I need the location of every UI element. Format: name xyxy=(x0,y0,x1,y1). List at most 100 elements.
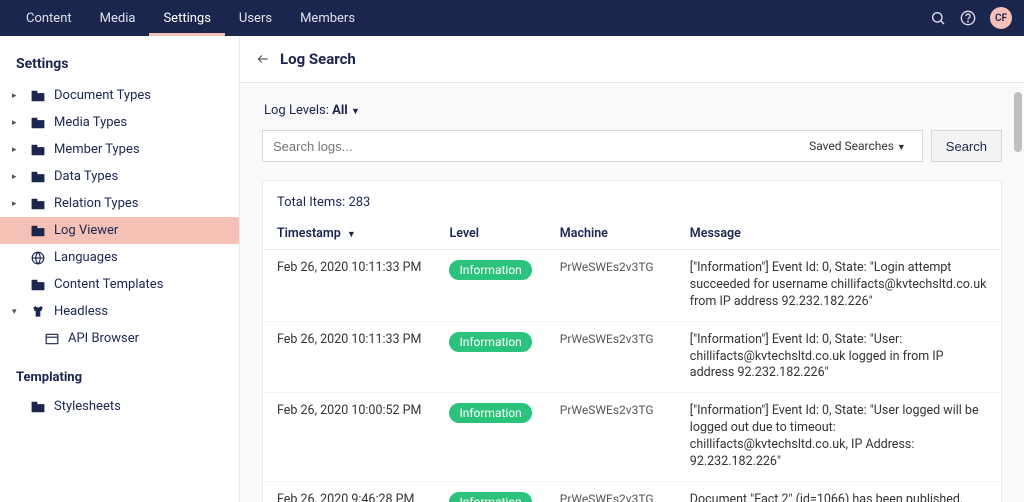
saved-searches-dropdown[interactable]: Saved Searches ▼ xyxy=(803,139,912,153)
folder-icon xyxy=(30,171,46,183)
col-timestamp-label: Timestamp xyxy=(277,226,341,241)
cell-level: Information xyxy=(435,250,545,322)
cell-machine: PrWeSWEs2v3TG xyxy=(546,250,676,322)
cell-message: ["Information"] Event Id: 0, State: "Log… xyxy=(676,250,1001,322)
sidebar-item-relation-types[interactable]: ▸ Relation Types xyxy=(0,190,239,217)
sidebar-item-label: Languages xyxy=(54,250,118,265)
tshirt-icon xyxy=(30,305,46,319)
sidebar-group-templating: Templating xyxy=(0,352,239,393)
cell-timestamp: Feb 26, 2020 9:46:28 PM xyxy=(263,481,435,502)
expand-caret-icon: ▸ xyxy=(12,91,22,101)
cell-message: ["Information"] Event Id: 0, State: "Use… xyxy=(676,321,1001,393)
col-machine[interactable]: Machine xyxy=(546,218,676,250)
total-items: Total Items: 283 xyxy=(263,191,1001,218)
log-table: Timestamp ▼ Level Machine Message Feb 26… xyxy=(263,218,1001,502)
level-badge: Information xyxy=(449,260,531,280)
page-header: Log Search xyxy=(240,36,1024,83)
sidebar-item-document-types[interactable]: ▸ Document Types xyxy=(0,82,239,109)
total-items-label: Total Items: xyxy=(277,195,345,210)
sidebar-item-label: Stylesheets xyxy=(54,399,121,414)
sidebar-item-data-types[interactable]: ▸ Data Types xyxy=(0,163,239,190)
main: Log Search Log Levels: All ▼ Saved Searc… xyxy=(240,36,1024,502)
cell-message: Document "Fact 2" (id=1066) has been pub… xyxy=(676,481,1001,502)
saved-searches-label: Saved Searches xyxy=(809,139,894,153)
search-input[interactable] xyxy=(273,139,803,154)
col-timestamp[interactable]: Timestamp ▼ xyxy=(263,218,435,250)
sidebar-item-label: Headless xyxy=(54,304,108,319)
avatar[interactable]: CF xyxy=(990,7,1012,29)
search-box: Saved Searches ▼ xyxy=(262,130,923,162)
document-icon xyxy=(30,90,46,102)
sort-desc-icon: ▼ xyxy=(347,230,356,240)
sidebar-item-label: Data Types xyxy=(54,169,118,184)
expand-caret-icon: ▸ xyxy=(12,118,22,128)
cell-timestamp: Feb 26, 2020 10:11:33 PM xyxy=(263,250,435,322)
chevron-down-icon: ▼ xyxy=(351,107,360,117)
search-row: Saved Searches ▼ Search xyxy=(262,130,1002,162)
level-badge: Information xyxy=(449,403,531,423)
sidebar-title: Settings xyxy=(0,44,239,82)
folder-icon xyxy=(30,401,46,413)
sidebar-item-label: Document Types xyxy=(54,88,151,103)
cell-timestamp: Feb 26, 2020 10:00:52 PM xyxy=(263,393,435,482)
topnav-item-settings[interactable]: Settings xyxy=(149,1,224,36)
window-icon xyxy=(44,333,60,345)
col-level[interactable]: Level xyxy=(435,218,545,250)
topnav-item-members[interactable]: Members xyxy=(286,1,369,36)
cell-level: Information xyxy=(435,481,545,502)
expand-caret-icon: ▾ xyxy=(12,307,22,317)
folder-icon xyxy=(30,225,46,237)
sidebar-item-label: Relation Types xyxy=(54,196,138,211)
table-row[interactable]: Feb 26, 2020 10:00:52 PMInformationPrWeS… xyxy=(263,393,1001,482)
table-row[interactable]: Feb 26, 2020 10:11:33 PMInformationPrWeS… xyxy=(263,321,1001,393)
page-title: Log Search xyxy=(280,50,356,68)
sidebar-item-member-types[interactable]: ▸ Member Types xyxy=(0,136,239,163)
scrollbar[interactable] xyxy=(1012,86,1024,502)
cell-machine: PrWeSWEs2v3TG xyxy=(546,481,676,502)
log-levels-value: All xyxy=(332,103,348,118)
sidebar: Settings ▸Document Types▸Media Types▸Mem… xyxy=(0,36,240,502)
log-levels-label: Log Levels: xyxy=(264,103,329,118)
expand-caret-icon: ▸ xyxy=(12,199,22,209)
topnav-item-media[interactable]: Media xyxy=(86,1,150,36)
folder-icon xyxy=(30,144,46,156)
total-items-value: 283 xyxy=(348,195,370,210)
folder-icon xyxy=(30,117,46,129)
cell-level: Information xyxy=(435,321,545,393)
level-badge: Information xyxy=(449,332,531,352)
sidebar-item-content-templates[interactable]: Content Templates xyxy=(0,271,239,298)
top-nav-left: ContentMediaSettingsUsersMembers xyxy=(12,1,369,36)
sidebar-item-languages[interactable]: Languages xyxy=(0,244,239,271)
expand-caret-icon: ▸ xyxy=(12,145,22,155)
sidebar-item-label: Log Viewer xyxy=(54,223,118,238)
sidebar-item-stylesheets[interactable]: Stylesheets xyxy=(0,393,239,420)
chevron-down-icon: ▼ xyxy=(897,143,906,153)
topnav-item-users[interactable]: Users xyxy=(225,1,286,36)
col-message[interactable]: Message xyxy=(676,218,1001,250)
top-nav-right: CF xyxy=(930,7,1012,29)
back-arrow-icon[interactable] xyxy=(256,52,270,66)
log-levels-filter[interactable]: Log Levels: All ▼ xyxy=(262,97,1002,130)
log-table-card: Total Items: 283 Timestamp ▼ Level Machi… xyxy=(262,180,1002,502)
globe-icon xyxy=(30,251,46,265)
sidebar-item-label: Member Types xyxy=(54,142,140,157)
table-row[interactable]: Feb 26, 2020 9:46:28 PM Information PrWeSW… xyxy=(263,481,1001,502)
sidebar-item-label: API Browser xyxy=(68,331,139,346)
sidebar-item-api-browser[interactable]: API Browser xyxy=(0,325,239,352)
level-badge: Information xyxy=(449,492,531,502)
search-button[interactable]: Search xyxy=(931,130,1002,162)
cell-machine: PrWeSWEs2v3TG xyxy=(546,321,676,393)
cell-message: ["Information"] Event Id: 0, State: "Use… xyxy=(676,393,1001,482)
help-icon[interactable] xyxy=(960,10,976,26)
top-nav: ContentMediaSettingsUsersMembers CF xyxy=(0,0,1024,36)
sidebar-item-media-types[interactable]: ▸Media Types xyxy=(0,109,239,136)
topnav-item-content[interactable]: Content xyxy=(12,1,86,36)
folder-icon xyxy=(30,279,46,291)
sidebar-item-label: Content Templates xyxy=(54,277,163,292)
sidebar-item-log-viewer[interactable]: Log Viewer xyxy=(0,217,239,244)
sidebar-item-headless[interactable]: ▾ Headless xyxy=(0,298,239,325)
table-row[interactable]: Feb 26, 2020 10:11:33 PM Information PrWeS… xyxy=(263,250,1001,322)
expand-caret-icon: ▸ xyxy=(12,172,22,182)
search-icon[interactable] xyxy=(930,10,946,26)
cell-level: Information xyxy=(435,393,545,482)
